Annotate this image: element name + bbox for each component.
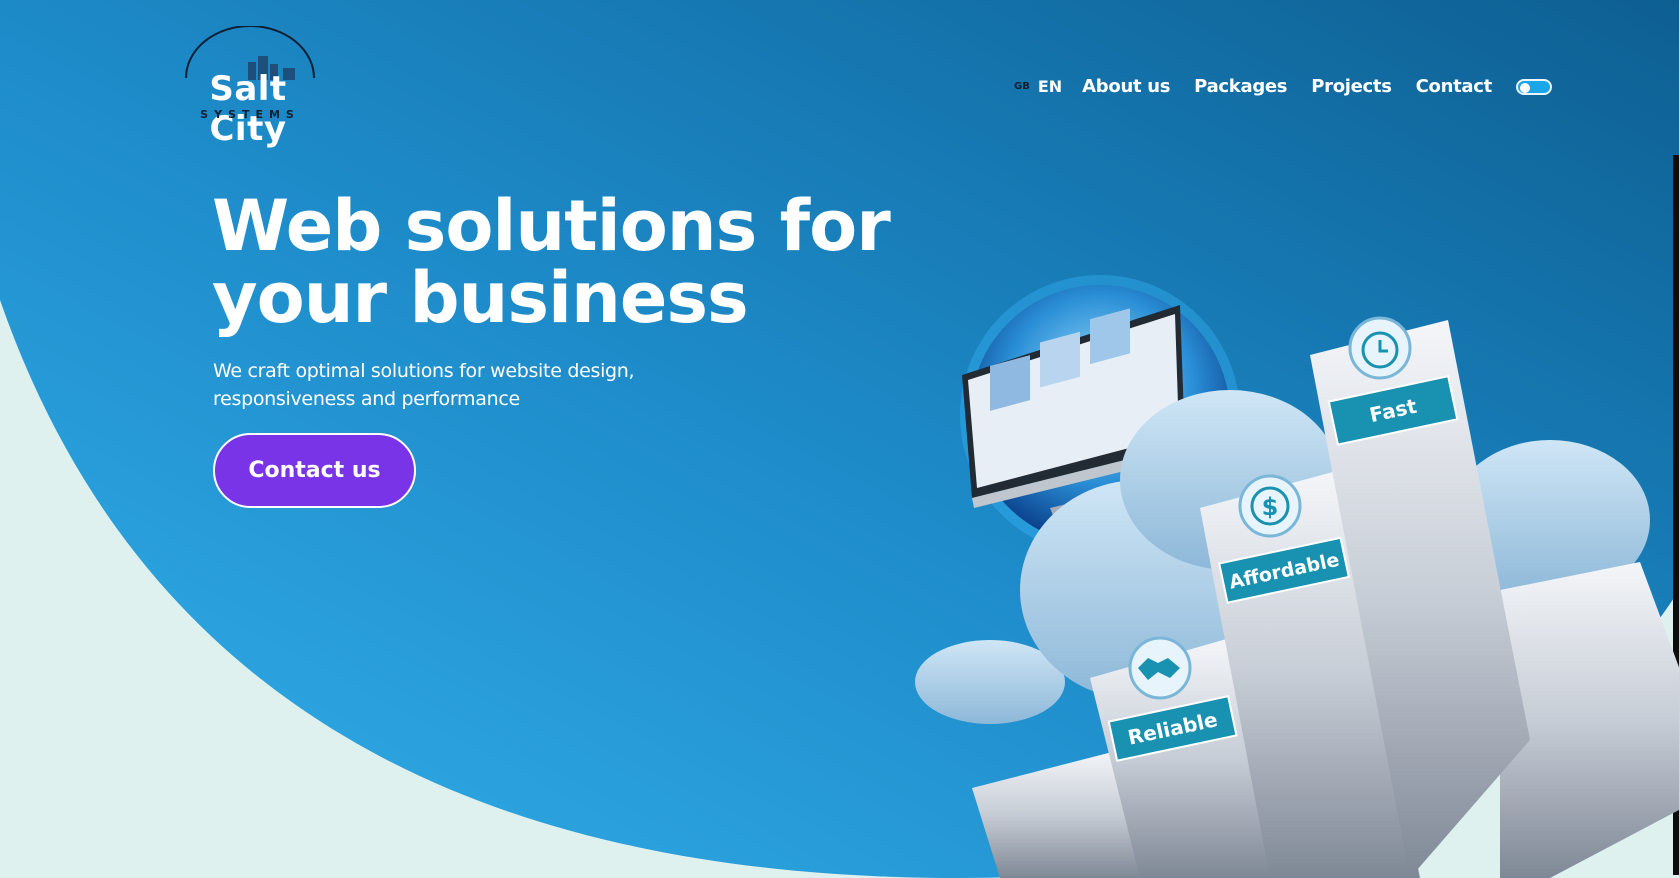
hero-headline: Web solutions for your business	[212, 190, 912, 334]
language-selector[interactable]: GB EN	[1014, 77, 1062, 96]
language-label: EN	[1037, 77, 1063, 96]
brand-logo[interactable]: Salt City SYSTEMS	[178, 26, 324, 149]
hero-illustration: Reliable Affordable Fast $	[915, 275, 1679, 878]
hero-headline-line1: Web solutions for	[212, 185, 891, 267]
handshake-icon	[1128, 636, 1192, 700]
language-flag-code: GB	[1014, 81, 1030, 92]
hero-subtext-line2: responsiveness and performance	[213, 388, 520, 410]
nav-link-about-us[interactable]: About us	[1082, 76, 1170, 97]
hero-subtext-line1: We craft optimal solutions for website d…	[213, 360, 635, 382]
nav-link-packages[interactable]: Packages	[1194, 76, 1287, 97]
nav-link-projects[interactable]: Projects	[1311, 76, 1392, 97]
top-navigation: Salt City SYSTEMS GB EN About us Package…	[0, 0, 1679, 180]
main-menu: GB EN About us Packages Projects Contact	[1014, 76, 1552, 97]
hero-subtext: We craft optimal solutions for website d…	[213, 357, 683, 413]
hero-headline-line2: your business	[212, 257, 749, 339]
nav-link-contact[interactable]: Contact	[1416, 76, 1493, 97]
theme-toggle-knob	[1519, 82, 1530, 93]
svg-text:$: $	[1262, 493, 1279, 521]
contact-us-button[interactable]: Contact us	[213, 433, 416, 508]
clock-icon	[1348, 316, 1412, 380]
dollar-icon: $	[1238, 474, 1302, 538]
brand-subtitle: SYSTEMS	[200, 108, 300, 121]
theme-toggle[interactable]	[1515, 78, 1552, 95]
